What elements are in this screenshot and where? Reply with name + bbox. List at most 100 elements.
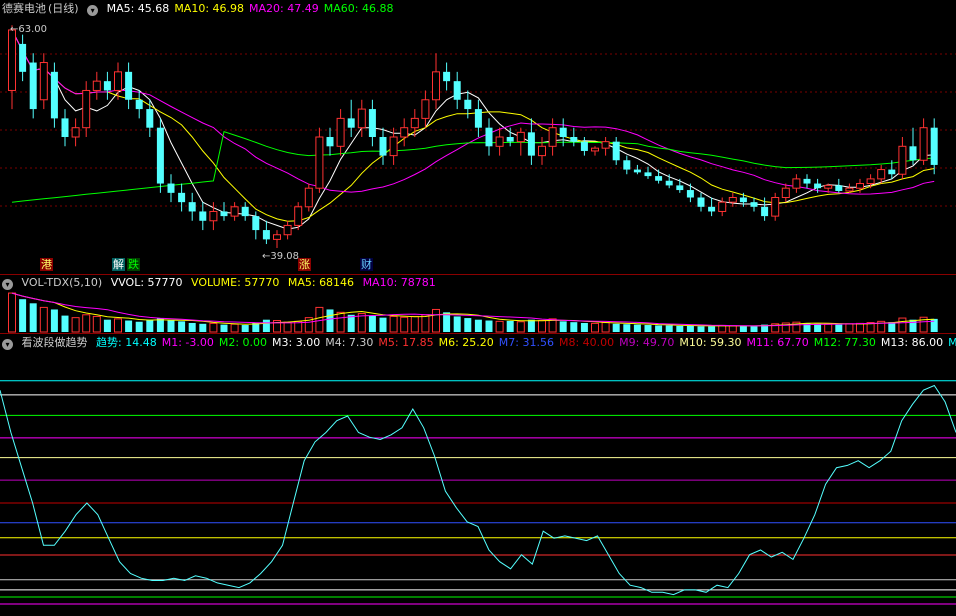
stock-name: 德赛电池 [2, 2, 46, 15]
candle [771, 192, 780, 221]
kline-chart[interactable] [0, 0, 956, 274]
volume-bar [220, 324, 228, 332]
indicator-legend-item: M4: 7.30 [325, 336, 374, 349]
volume-bar [718, 324, 727, 333]
volume-bar [676, 325, 684, 332]
candle [845, 183, 854, 193]
candle [909, 127, 917, 165]
volume-bar [421, 314, 430, 333]
indicator-legend-item: M13: 86.00 [880, 336, 944, 349]
period-label: (日线) [48, 2, 79, 15]
volume-bar [315, 306, 324, 333]
volume-bar [623, 324, 631, 332]
candle [686, 183, 694, 203]
event-tag[interactable]: 涨 [298, 258, 311, 271]
volume-bar [178, 321, 186, 332]
chevron-down-icon[interactable]: ▾ [2, 339, 13, 350]
candle [580, 137, 588, 156]
candle [92, 71, 101, 100]
volume-bar [199, 323, 207, 332]
volume-bar [19, 299, 27, 332]
vol-ma10-value: 78781 [400, 276, 436, 289]
volume-bar [909, 319, 917, 332]
kline-panel[interactable]: 德赛电池 (日线) ▾ MA5: 45.68 MA10: 46.98 MA20: 47… [0, 0, 956, 274]
candle [697, 192, 705, 212]
volume-bar [591, 322, 599, 333]
volume-bar [188, 322, 196, 332]
candle [919, 118, 928, 165]
vol-ma5-label: MA5: [287, 276, 316, 289]
candle [82, 81, 91, 137]
volume-bar [644, 325, 652, 332]
volume-bar [283, 321, 292, 333]
indicator-legend-item: M14: 9 [948, 336, 956, 349]
event-tag[interactable]: 港 [40, 258, 53, 271]
volume-bar [485, 320, 493, 332]
volume-bar [814, 323, 822, 332]
vvol-value: 57770 [147, 276, 183, 289]
candle [315, 127, 324, 193]
indicator-legend-item: M11: 67.70 [746, 336, 809, 349]
vvol-label: VVOL: [110, 276, 145, 289]
indicator-legend-item: M2: 0.00 [218, 336, 268, 349]
vol-ma10-label: MA10: [362, 276, 398, 289]
event-tag[interactable]: 解 [112, 258, 125, 271]
indicator-header: ▾ 看波段做趋势 趋势: 14.48 M1: -3.00 M2: 0.00 M3: 3… [2, 336, 956, 350]
candle [930, 118, 938, 175]
volume-bar [410, 315, 419, 333]
candle [336, 109, 345, 156]
ma-legend-item: MA5: 45.68 [106, 2, 170, 15]
indicator-legend-item: 趋势: 14.48 [96, 336, 157, 349]
candle [591, 146, 599, 156]
candle [103, 71, 111, 100]
candle [665, 174, 673, 189]
indicator-legend-item: M8: 40.00 [558, 336, 615, 349]
event-tag[interactable]: 财 [360, 258, 373, 271]
indicator-legend-item: M7: 31.56 [498, 336, 554, 349]
candle [347, 99, 355, 137]
volume-header: ▾ VOL-TDX(5,10) VVOL: 57770 VOLUME: 5777… [2, 276, 441, 290]
volume-bar [888, 322, 896, 332]
low-price-label: ←39.08 [262, 251, 300, 262]
candle [612, 137, 620, 165]
volume-bar [39, 306, 48, 333]
volume-bar [50, 309, 58, 332]
indicator-legend-item: M9: 49.70 [619, 336, 675, 349]
candle [676, 178, 684, 193]
volume-bar [209, 322, 218, 333]
indicator-chart[interactable] [0, 334, 956, 616]
volume-bar [665, 325, 673, 332]
volume-bar [389, 315, 398, 333]
volume-label: VOLUME: [191, 276, 241, 289]
candle [898, 137, 907, 179]
candle [273, 230, 281, 248]
indicator-panel[interactable]: ▾ 看波段做趋势 趋势: 14.48 M1: -3.00 M2: 0.00 M3: 3… [0, 334, 956, 616]
volume-bar [495, 320, 504, 333]
volume-bar [516, 321, 525, 333]
high-price-label: ←63.00 [10, 24, 48, 35]
volume-bar [29, 303, 37, 332]
candle [474, 99, 482, 137]
candle [114, 62, 122, 100]
candle [728, 192, 737, 207]
volume-bar [750, 326, 758, 332]
volume-bar [92, 315, 101, 333]
candle [50, 62, 58, 128]
chevron-down-icon[interactable]: ▾ [2, 279, 13, 290]
volume-panel[interactable]: ▾ VOL-TDX(5,10) VVOL: 57770 VOLUME: 5777… [0, 275, 956, 333]
candle [178, 183, 186, 212]
candle [485, 118, 493, 156]
candle [750, 197, 758, 212]
volume-bar [71, 317, 80, 333]
candle [262, 220, 270, 245]
candle [877, 164, 886, 184]
volume-bar [8, 292, 16, 333]
volume-bar [336, 311, 345, 333]
chevron-down-icon[interactable]: ▾ [87, 5, 99, 16]
candle [135, 90, 143, 119]
event-tag[interactable]: 跌 [127, 258, 140, 271]
candle [739, 192, 747, 207]
indicator-legend-item: M6: 25.20 [438, 336, 494, 349]
volume-bar [898, 317, 907, 333]
candle [220, 202, 228, 221]
